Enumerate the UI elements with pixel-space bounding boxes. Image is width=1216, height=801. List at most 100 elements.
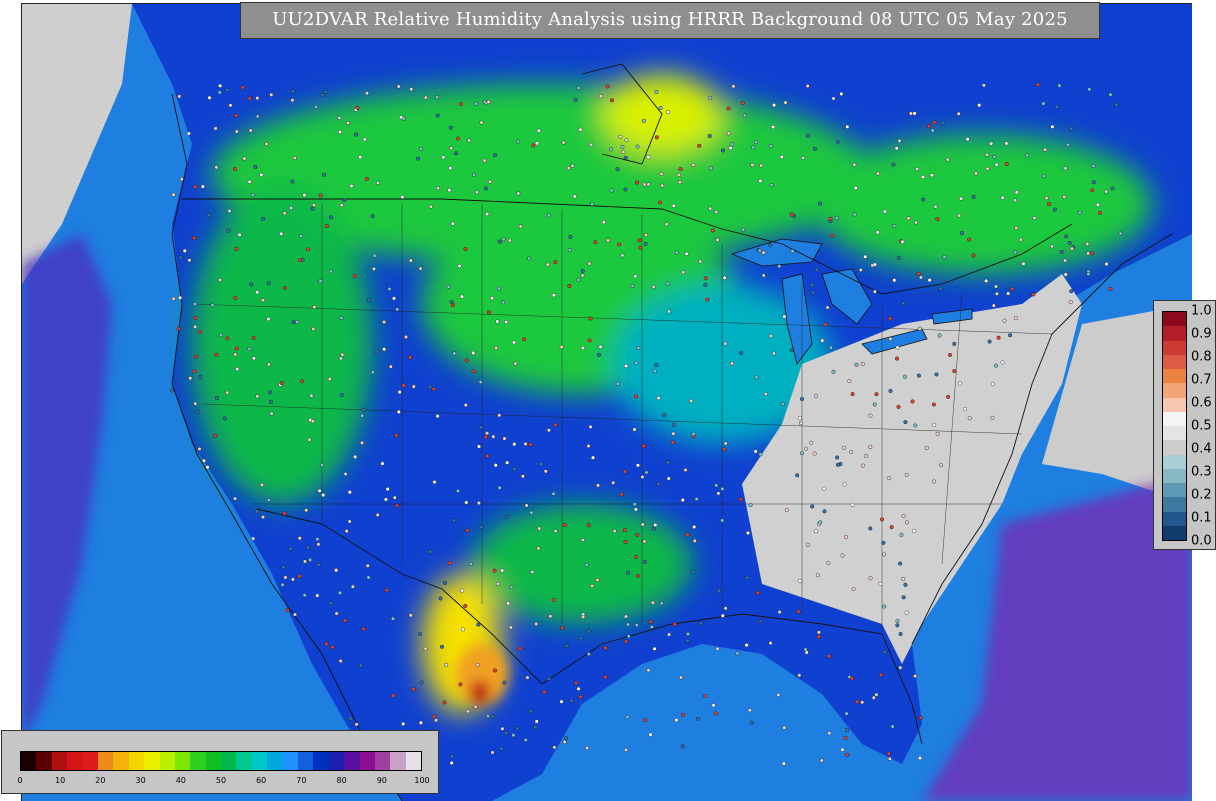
station-dot	[720, 613, 725, 618]
station-dot	[650, 600, 655, 605]
station-dot	[805, 83, 810, 88]
station-dot	[640, 522, 645, 527]
station-dot	[533, 725, 538, 730]
station-dot	[171, 296, 176, 301]
station-dot	[897, 256, 902, 261]
station-dot	[436, 186, 441, 191]
station-dot	[546, 676, 551, 681]
station-dot	[408, 355, 413, 360]
station-dot	[1036, 82, 1041, 87]
station-dot	[642, 559, 647, 564]
station-dot	[482, 158, 487, 163]
station-dot	[460, 588, 465, 593]
station-dot	[551, 598, 556, 603]
station-dot	[749, 720, 754, 725]
station-dot	[646, 182, 651, 187]
station-dot	[722, 275, 727, 280]
increment-tick-label: 0.9	[1191, 326, 1212, 342]
station-dot	[491, 434, 496, 439]
station-dot	[929, 173, 934, 178]
station-dot	[730, 142, 735, 147]
station-dot	[423, 95, 428, 100]
station-dot	[572, 194, 577, 199]
station-dot	[932, 423, 937, 428]
station-dot	[1002, 318, 1007, 323]
station-dot	[898, 632, 903, 637]
station-dot	[681, 270, 686, 275]
station-dot	[297, 536, 302, 541]
station-dot	[506, 601, 511, 606]
station-dot	[259, 482, 264, 487]
rh-tick-label: 20	[95, 776, 106, 785]
station-dot	[750, 162, 755, 167]
station-dot	[370, 214, 375, 219]
station-dot	[338, 590, 343, 595]
station-dot	[227, 208, 232, 213]
station-dot	[981, 83, 986, 88]
station-dot	[927, 124, 932, 129]
station-dot	[800, 451, 805, 456]
station-dot	[291, 320, 296, 325]
station-dot	[798, 421, 803, 426]
station-dot	[994, 162, 999, 167]
station-dot	[580, 538, 585, 543]
station-dot	[635, 144, 640, 149]
station-dot	[567, 284, 572, 289]
station-dot	[707, 133, 712, 138]
station-dot	[891, 162, 896, 167]
station-dot	[654, 89, 659, 94]
station-dot	[987, 339, 992, 344]
station-dot	[225, 336, 230, 341]
station-dot	[606, 238, 611, 243]
station-dot	[874, 392, 879, 397]
station-dot	[622, 528, 627, 533]
station-dot	[840, 553, 845, 558]
station-dot	[946, 394, 951, 399]
station-dot	[814, 393, 819, 398]
station-dot	[660, 183, 665, 188]
station-dot	[580, 273, 585, 278]
station-dot	[346, 120, 351, 125]
station-dot	[518, 224, 523, 229]
station-dot	[895, 345, 900, 350]
station-dot	[772, 103, 777, 108]
station-dot	[617, 242, 622, 247]
station-dot	[938, 286, 943, 291]
station-dot	[842, 482, 847, 487]
station-dot	[625, 714, 630, 719]
station-dot	[892, 278, 897, 283]
rh-color-cell	[344, 752, 360, 770]
station-dot	[226, 228, 231, 233]
station-dot	[632, 502, 637, 507]
station-dot	[584, 562, 589, 567]
station-dot	[566, 166, 571, 171]
station-dot	[878, 581, 883, 586]
station-dot	[293, 612, 298, 617]
station-dot	[670, 440, 675, 445]
station-dot	[797, 578, 802, 583]
station-dot	[213, 126, 218, 131]
rh-color-cell	[221, 752, 237, 770]
station-dot	[612, 529, 617, 534]
station-dot	[512, 340, 517, 345]
station-dot	[738, 497, 743, 502]
station-dot	[758, 452, 763, 457]
station-dot	[782, 314, 787, 319]
station-dot	[671, 431, 676, 436]
station-dot	[666, 476, 671, 481]
station-dot	[528, 709, 533, 714]
station-dot	[522, 337, 527, 342]
station-dot	[916, 373, 921, 378]
increment-color-cell	[1163, 326, 1186, 341]
station-dot	[580, 346, 585, 351]
station-dot	[497, 413, 502, 418]
station-dot	[758, 619, 763, 624]
station-dot	[691, 431, 696, 436]
station-dot	[217, 278, 222, 283]
station-dot	[392, 296, 397, 301]
station-dot	[169, 388, 174, 393]
station-dot	[392, 495, 397, 500]
station-dot	[597, 352, 602, 357]
station-dot	[971, 253, 976, 258]
increment-color-cell	[1163, 312, 1186, 327]
